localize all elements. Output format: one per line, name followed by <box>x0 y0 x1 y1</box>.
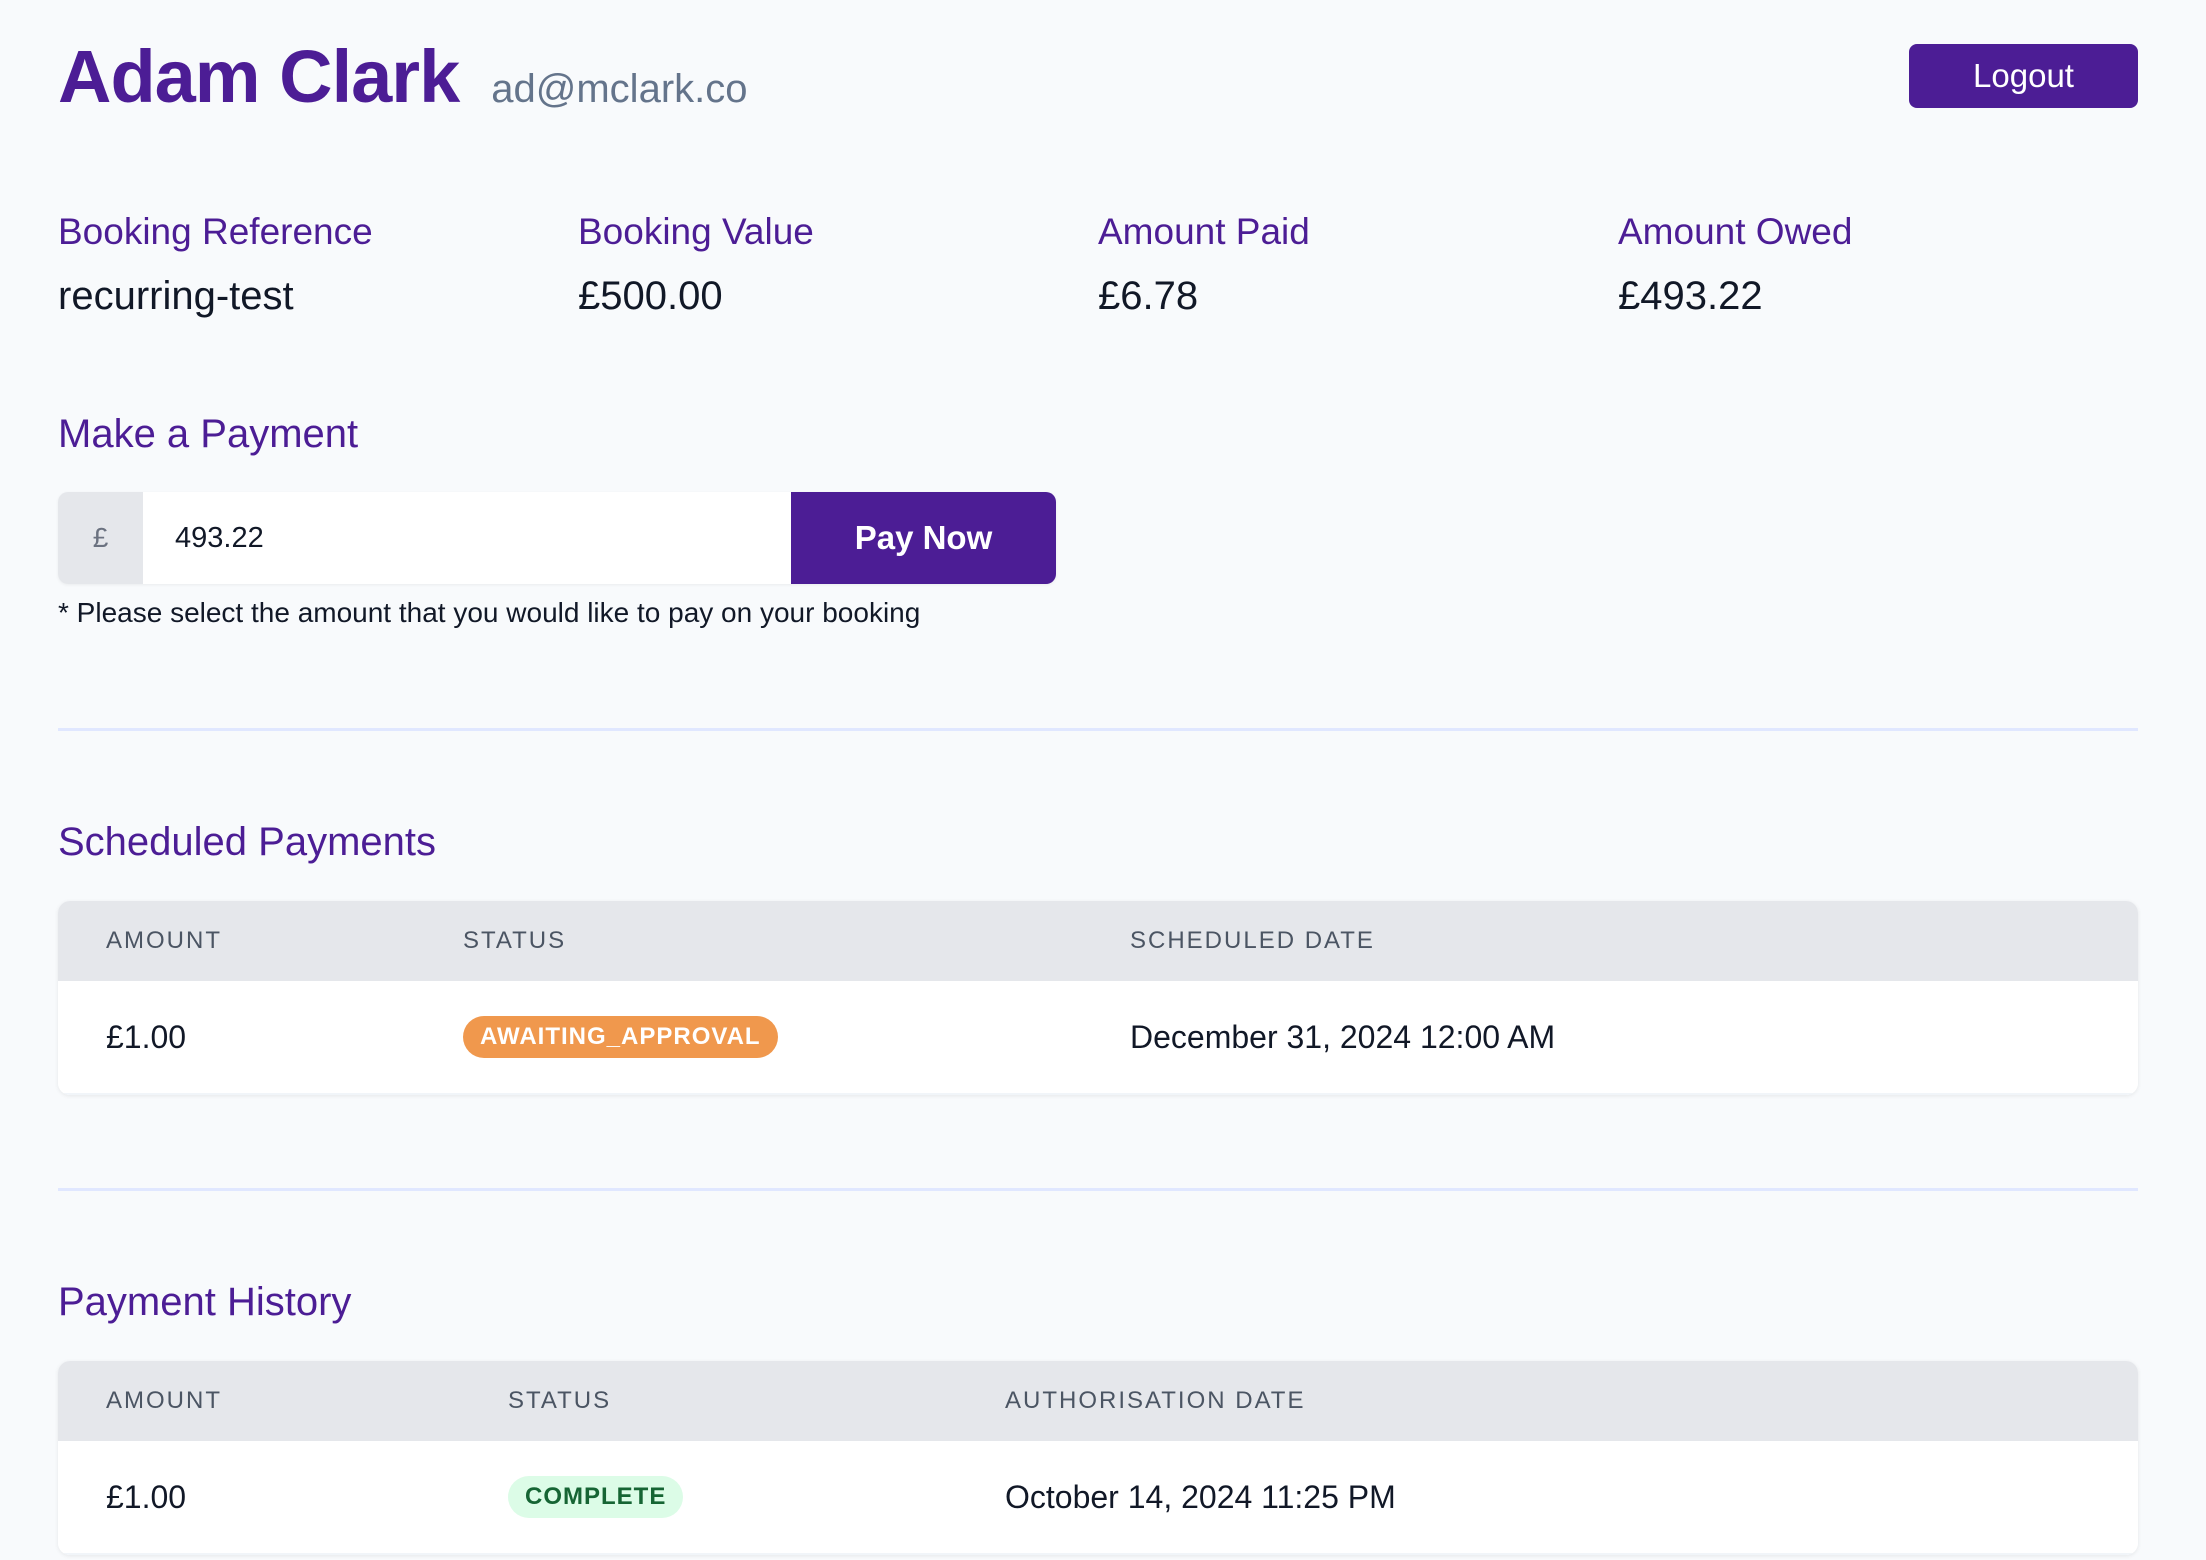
stat-value: £6.78 <box>1098 274 1199 319</box>
stat-value: £500.00 <box>578 274 723 319</box>
user-email: ad@mclark.co <box>491 67 748 111</box>
header: Adam Clark ad@mclark.co <box>58 40 748 114</box>
currency-prefix: £ <box>58 492 143 584</box>
table-row: £1.00 AWAITING_APPROVAL December 31, 202… <box>58 981 2138 1095</box>
column-header-amount: AMOUNT <box>106 1387 222 1414</box>
status-badge: COMPLETE <box>508 1475 684 1519</box>
column-header-scheduled-date: SCHEDULED DATE <box>1130 927 1375 954</box>
stat-amount-paid: Amount Paid £6.78 <box>1098 210 1618 320</box>
logout-button[interactable]: Logout <box>1909 44 2138 108</box>
payment-hint: * Please select the amount that you woul… <box>58 597 921 628</box>
payment-form: £ Pay Now <box>58 492 1056 584</box>
column-header-authorisation-date: AUTHORISATION DATE <box>1005 1387 1306 1414</box>
stat-label: Booking Reference <box>58 211 373 252</box>
cell-scheduled-date: December 31, 2024 12:00 AM <box>1130 1018 1556 1055</box>
table-row: £1.00 COMPLETE October 14, 2024 11:25 PM <box>58 1441 2138 1555</box>
table-header: AMOUNT STATUS SCHEDULED DATE <box>58 901 2138 981</box>
cell-status: AWAITING_APPROVAL <box>463 981 778 1093</box>
page: Adam Clark ad@mclark.co Logout Booking R… <box>0 0 2206 1560</box>
stat-booking-value: Booking Value £500.00 <box>578 210 1098 320</box>
make-payment-title: Make a Payment <box>58 412 359 456</box>
cell-status: COMPLETE <box>508 1441 684 1553</box>
column-header-status: STATUS <box>463 927 567 954</box>
status-badge: AWAITING_APPROVAL <box>463 1015 778 1059</box>
pay-now-button[interactable]: Pay Now <box>791 492 1056 584</box>
user-name: Adam Clark <box>58 35 460 118</box>
table-header: AMOUNT STATUS AUTHORISATION DATE <box>58 1361 2138 1441</box>
stat-label: Amount Paid <box>1098 211 1310 252</box>
cell-authorisation-date: October 14, 2024 11:25 PM <box>1005 1478 1396 1515</box>
section-divider <box>58 1188 2138 1191</box>
stat-booking-reference: Booking Reference recurring-test <box>58 210 578 320</box>
column-header-amount: AMOUNT <box>106 927 222 954</box>
stat-amount-owed: Amount Owed £493.22 <box>1618 210 2138 320</box>
stat-label: Booking Value <box>578 211 814 252</box>
payment-history-table: AMOUNT STATUS AUTHORISATION DATE £1.00 C… <box>58 1361 2138 1555</box>
column-header-status: STATUS <box>508 1387 612 1414</box>
cell-amount: £1.00 <box>106 1018 187 1055</box>
payment-amount-input[interactable] <box>143 492 791 584</box>
section-divider <box>58 728 2138 731</box>
stat-label: Amount Owed <box>1618 211 1853 252</box>
scheduled-payments-title: Scheduled Payments <box>58 820 437 864</box>
stat-value: £493.22 <box>1618 274 1763 319</box>
payment-history-title: Payment History <box>58 1280 352 1324</box>
booking-summary: Booking Reference recurring-test Booking… <box>58 210 2138 320</box>
scheduled-payments-table: AMOUNT STATUS SCHEDULED DATE £1.00 AWAIT… <box>58 901 2138 1095</box>
cell-amount: £1.00 <box>106 1478 187 1515</box>
stat-value: recurring-test <box>58 274 294 319</box>
